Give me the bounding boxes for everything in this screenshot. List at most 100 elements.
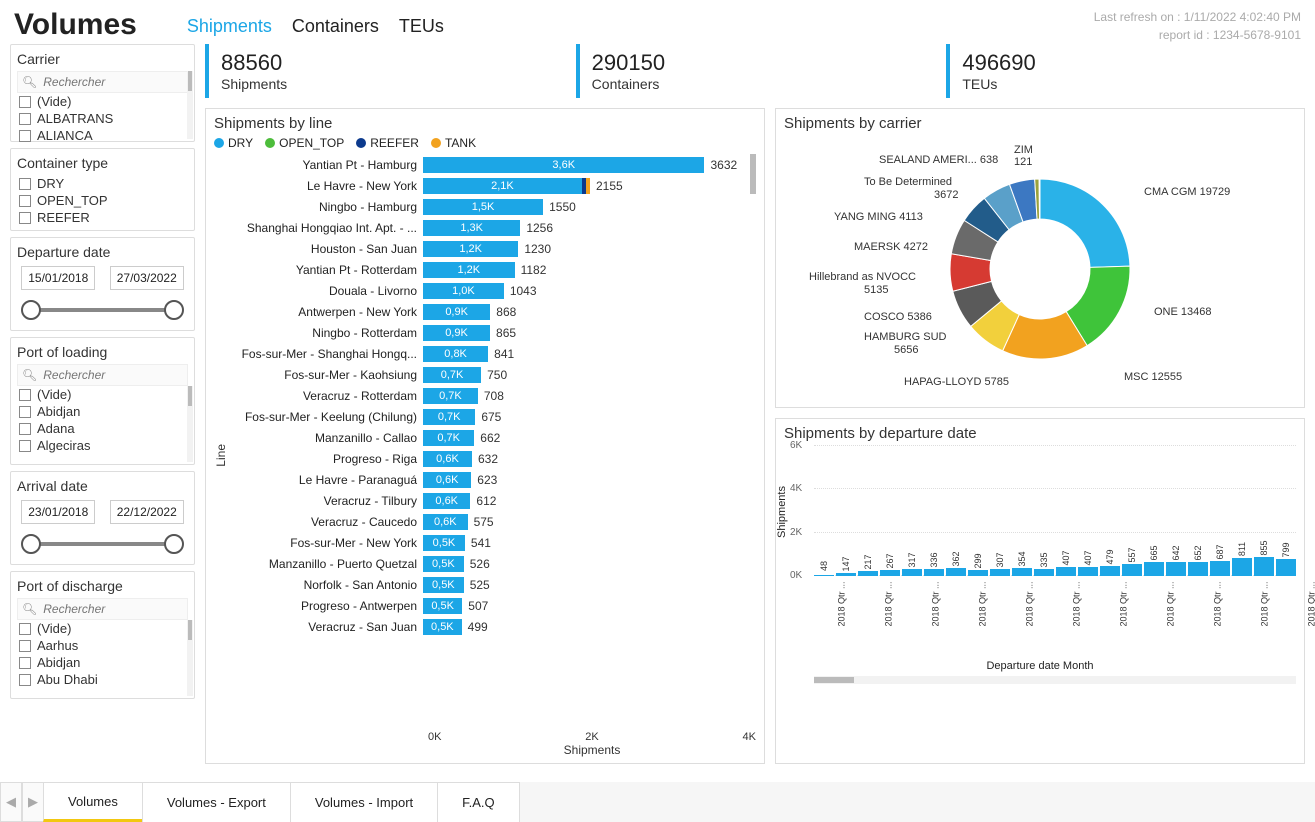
pod-search[interactable]: 🔍︎ — [17, 598, 188, 620]
column-bar[interactable]: 407 — [1056, 567, 1076, 576]
checkbox-icon[interactable] — [19, 389, 31, 401]
slider-handle-left[interactable] — [21, 534, 41, 554]
column-bar[interactable]: 147 — [836, 573, 856, 576]
checkbox-icon[interactable] — [19, 440, 31, 452]
bar-row[interactable]: Fos-sur-Mer - Kaohsiung0,7K750 — [228, 364, 756, 385]
list-item[interactable]: OPEN_TOP — [17, 192, 188, 209]
list-item[interactable]: DRY — [17, 175, 188, 192]
column-bar[interactable]: 336 — [924, 569, 944, 576]
list-item[interactable]: Algeciras — [17, 437, 188, 454]
arrival-date-from[interactable]: 23/01/2018 — [21, 500, 95, 524]
bar-row[interactable]: Progreso - Riga0,6K632 — [228, 448, 756, 469]
list-item[interactable]: (Vide) — [17, 386, 188, 403]
pod-search-input[interactable] — [41, 601, 183, 617]
report-tab[interactable]: Volumes - Export — [142, 782, 291, 822]
bar-row[interactable]: Shanghai Hongqiao Int. Apt. - ...1,3K125… — [228, 217, 756, 238]
legend-item[interactable]: TANK — [431, 136, 476, 150]
checkbox-icon[interactable] — [19, 406, 31, 418]
bar-row[interactable]: Yantian Pt - Rotterdam1,2K1182 — [228, 259, 756, 280]
scrollbar[interactable] — [187, 71, 193, 139]
list-item[interactable]: (Vide) — [17, 93, 188, 110]
column-bar[interactable]: 335 — [1034, 569, 1054, 576]
checkbox-icon[interactable] — [19, 212, 31, 224]
column-bar[interactable]: 642 — [1166, 562, 1186, 576]
carrier-search[interactable]: 🔍︎ — [17, 71, 188, 93]
bar-row[interactable]: Veracruz - Caucedo0,6K575 — [228, 511, 756, 532]
list-item[interactable]: Abu Dhabi — [17, 671, 188, 688]
list-item[interactable]: ALBATRANS — [17, 110, 188, 127]
checkbox-icon[interactable] — [19, 640, 31, 652]
bar-row[interactable]: Progreso - Antwerpen0,5K507 — [228, 595, 756, 616]
column-bar[interactable]: 317 — [902, 569, 922, 576]
column-bar[interactable]: 687 — [1210, 561, 1230, 576]
bar-row[interactable]: Douala - Livorno1,0K1043 — [228, 280, 756, 301]
report-tab[interactable]: Volumes — [43, 782, 143, 822]
checkbox-icon[interactable] — [19, 130, 31, 142]
column-bar[interactable]: 557 — [1122, 564, 1142, 576]
column-bar[interactable]: 811 — [1232, 558, 1252, 576]
scrollbar[interactable] — [187, 386, 193, 462]
column-bar[interactable]: 354 — [1012, 568, 1032, 576]
bar-row[interactable]: Yantian Pt - Hamburg3,6K3632 — [228, 154, 756, 175]
bar-row[interactable]: Norfolk - San Antonio0,5K525 — [228, 574, 756, 595]
checkbox-icon[interactable] — [19, 623, 31, 635]
tab-shipments[interactable]: Shipments — [187, 16, 272, 37]
checkbox-icon[interactable] — [19, 113, 31, 125]
checkbox-icon[interactable] — [19, 96, 31, 108]
list-item[interactable]: REEFER — [17, 209, 188, 226]
carrier-search-input[interactable] — [41, 74, 183, 90]
slider-handle-left[interactable] — [21, 300, 41, 320]
scrollbar[interactable] — [187, 620, 193, 696]
bar-row[interactable]: Fos-sur-Mer - Keelung (Chilung)0,7K675 — [228, 406, 756, 427]
pod-list[interactable]: (Vide)AarhusAbidjanAbu Dhabi — [17, 620, 188, 688]
bar-row[interactable]: Ningbo - Rotterdam0,9K865 — [228, 322, 756, 343]
legend-item[interactable]: DRY — [214, 136, 253, 150]
checkbox-icon[interactable] — [19, 674, 31, 686]
column-bar[interactable]: 299 — [968, 570, 988, 576]
bar-row[interactable]: Veracruz - Rotterdam0,7K708 — [228, 385, 756, 406]
bar-row[interactable]: Veracruz - Tilbury0,6K612 — [228, 490, 756, 511]
tab-containers[interactable]: Containers — [292, 16, 379, 37]
list-item[interactable]: ALIANCA — [17, 127, 188, 144]
legend-item[interactable]: REEFER — [356, 136, 419, 150]
departure-date-from[interactable]: 15/01/2018 — [21, 266, 95, 290]
column-bar[interactable]: 855 — [1254, 557, 1274, 576]
column-bar[interactable]: 407 — [1078, 567, 1098, 576]
report-tab[interactable]: Volumes - Import — [290, 782, 438, 822]
column-bar[interactable]: 267 — [880, 570, 900, 576]
slider-handle-right[interactable] — [164, 534, 184, 554]
bar-row[interactable]: Antwerpen - New York0,9K868 — [228, 301, 756, 322]
scrollbar[interactable] — [750, 154, 756, 194]
tab-teus[interactable]: TEUs — [399, 16, 444, 37]
donut-chart[interactable]: CMA CGM 19729ONE 13468MSC 12555HAPAG-LLO… — [784, 136, 1296, 401]
arrival-date-to[interactable]: 22/12/2022 — [110, 500, 184, 524]
bar-row[interactable]: Veracruz - San Juan0,5K499 — [228, 616, 756, 637]
column-bar[interactable]: 479 — [1100, 566, 1120, 576]
bar-row[interactable]: Manzanillo - Callao0,7K662 — [228, 427, 756, 448]
list-item[interactable]: Abidjan — [17, 654, 188, 671]
slider-handle-right[interactable] — [164, 300, 184, 320]
carrier-list[interactable]: (Vide)ALBATRANSALIANCA — [17, 93, 188, 144]
container-type-list[interactable]: DRYOPEN_TOPREEFER — [17, 175, 188, 226]
bar-row[interactable]: Ningbo - Hamburg1,5K1550 — [228, 196, 756, 217]
list-item[interactable]: Abidjan — [17, 403, 188, 420]
column-bar[interactable]: 362 — [946, 568, 966, 576]
bar-row[interactable]: Le Havre - New York2,1K2155 — [228, 175, 756, 196]
horizontal-scrollbar[interactable] — [814, 676, 1296, 684]
column-bars[interactable]: 4814721726731733636229930735433540740747… — [784, 446, 1296, 576]
column-bar[interactable]: 799 — [1276, 559, 1296, 576]
bar-row[interactable]: Le Havre - Paranaguá0,6K623 — [228, 469, 756, 490]
bar-row[interactable]: Manzanillo - Puerto Quetzal0,5K526 — [228, 553, 756, 574]
column-bar[interactable]: 307 — [990, 569, 1010, 576]
tab-nav-prev[interactable]: ◀ — [0, 782, 22, 822]
column-bar[interactable]: 665 — [1144, 562, 1164, 576]
legend-item[interactable]: OPEN_TOP — [265, 136, 344, 150]
list-item[interactable]: Adana — [17, 420, 188, 437]
pol-list[interactable]: (Vide)AbidjanAdanaAlgeciras — [17, 386, 188, 454]
checkbox-icon[interactable] — [19, 195, 31, 207]
column-bar[interactable]: 652 — [1188, 562, 1208, 576]
pol-search[interactable]: 🔍︎ — [17, 364, 188, 386]
pol-search-input[interactable] — [41, 367, 183, 383]
tab-nav-next[interactable]: ▶ — [22, 782, 44, 822]
bar-row[interactable]: Houston - San Juan1,2K1230 — [228, 238, 756, 259]
